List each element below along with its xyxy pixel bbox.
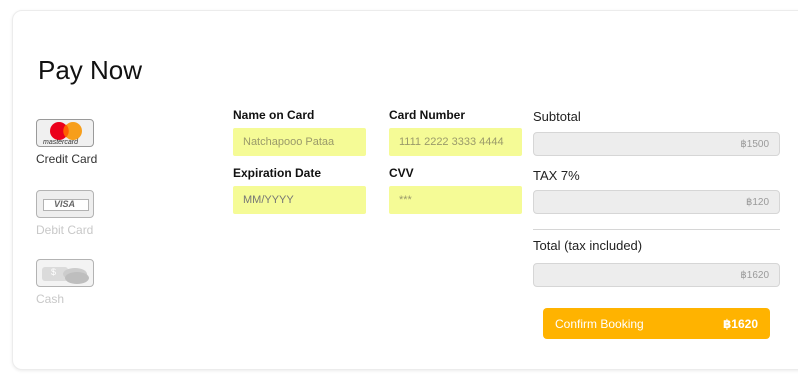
card-number-label: Card Number	[389, 108, 466, 122]
expiration-date-label: Expiration Date	[233, 166, 322, 180]
total-label: Total (tax included)	[533, 238, 643, 253]
payment-method-label: Debit Card	[36, 223, 94, 237]
payment-method-credit-card[interactable]: mastercard Credit Card	[36, 119, 116, 166]
expiration-date-input[interactable]	[233, 186, 366, 214]
payment-method-cash[interactable]: $ Cash	[36, 259, 116, 306]
cvv-group: CVV	[389, 166, 522, 214]
subtotal-field: ฿1500	[533, 132, 780, 156]
name-on-card-group: Name on Card	[233, 108, 366, 156]
tax-label: TAX 7%	[533, 168, 580, 183]
cvv-label: CVV	[389, 166, 414, 180]
cash-dollar-sign: $	[51, 267, 57, 277]
tax-field: ฿120	[533, 190, 780, 214]
subtotal-label: Subtotal	[533, 109, 581, 124]
page-title: Pay Now	[38, 55, 143, 85]
payment-method-debit-card[interactable]: VISA Debit Card	[36, 190, 116, 237]
confirm-booking-button[interactable]: Confirm Booking ฿1620	[543, 308, 770, 339]
mastercard-wordmark: mastercard	[43, 139, 79, 146]
expiration-date-group: Expiration Date	[233, 166, 366, 214]
payment-method-label: Cash	[36, 292, 65, 306]
confirm-booking-amount: ฿1620	[722, 316, 758, 331]
card-number-group: Card Number	[389, 108, 522, 156]
total-field: ฿1620	[533, 263, 780, 287]
name-on-card-input[interactable]	[233, 128, 366, 156]
visa-icon: VISA	[36, 190, 94, 218]
cash-icon: $	[36, 259, 94, 287]
visa-wordmark: VISA	[54, 199, 76, 209]
cvv-input[interactable]	[389, 186, 522, 214]
card-number-input[interactable]	[389, 128, 522, 156]
summary-divider	[533, 229, 780, 230]
name-on-card-label: Name on Card	[233, 108, 315, 122]
payment-method-label: Credit Card	[36, 152, 98, 166]
confirm-booking-label: Confirm Booking	[555, 316, 644, 331]
mastercard-icon: mastercard	[36, 119, 94, 147]
